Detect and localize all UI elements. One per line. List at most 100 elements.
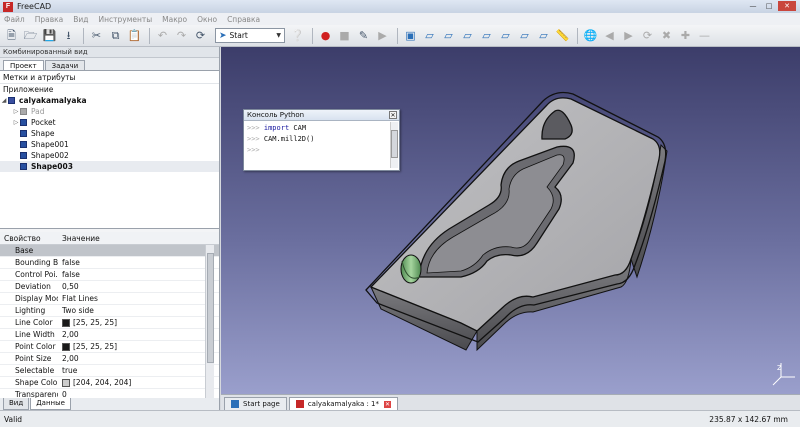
property-value[interactable]: [25, 25, 25] [58, 341, 117, 352]
open-file-icon[interactable]: 🗁 [22, 27, 39, 44]
tab-project[interactable]: Проект [3, 60, 44, 70]
maximize-icon[interactable]: □ [762, 1, 776, 11]
web-icon[interactable]: 🌐 [582, 27, 599, 44]
property-value[interactable]: false [58, 269, 80, 280]
tab-tasks[interactable]: Задачи [44, 60, 86, 70]
property-row[interactable]: Point Size 2,00 [0, 353, 219, 365]
freecad-logo-icon: F [3, 1, 13, 12]
copy-icon[interactable]: ⧉ [107, 27, 124, 44]
expand-icon[interactable]: ▷ [12, 106, 20, 117]
tab-view[interactable]: Вид [3, 398, 30, 410]
property-value[interactable]: [204, 204, 204] [58, 377, 131, 388]
property-row[interactable]: Point Color [25, 25, 25] [0, 341, 219, 353]
property-row[interactable]: Selectable true [0, 365, 219, 377]
tab-document[interactable]: calyakamalyaka : 1* ✕ [288, 397, 399, 410]
menu-window[interactable]: Окно [197, 15, 217, 24]
refresh-icon[interactable]: ⟳ [192, 27, 209, 44]
left-view-icon[interactable]: ▱ [535, 27, 552, 44]
save-icon[interactable]: 💾 [41, 27, 58, 44]
stop-icon[interactable]: ✖ [658, 27, 675, 44]
property-row[interactable]: Deviation 0,50 [0, 281, 219, 293]
console-line[interactable]: >>> [247, 145, 396, 156]
python-console[interactable]: Консоль Python ✕ >>> import CAM >>> CAM.… [243, 109, 400, 171]
reload-icon[interactable]: ⟳ [639, 27, 656, 44]
console-body[interactable]: >>> import CAM >>> CAM.mill2D() >>> [244, 121, 399, 170]
redo-icon[interactable]: ↷ [173, 27, 190, 44]
property-scrollbar[interactable] [205, 245, 214, 398]
rear-view-icon[interactable]: ▱ [497, 27, 514, 44]
menu-file[interactable]: Файл [4, 15, 25, 24]
front-view-icon[interactable]: ▱ [440, 27, 457, 44]
property-value[interactable]: 2,00 [58, 329, 79, 340]
save-as-icon[interactable]: ⭳ [60, 27, 77, 44]
new-file-icon[interactable]: 🗎 [3, 27, 20, 44]
property-value[interactable]: false [58, 257, 80, 268]
property-row[interactable]: Line Color [25, 25, 25] [0, 317, 219, 329]
scrollbar-thumb[interactable] [391, 130, 398, 158]
close-window-icon[interactable]: ✕ [778, 1, 796, 11]
console-title: Консоль Python [247, 111, 305, 119]
menu-tools[interactable]: Инструменты [99, 15, 153, 24]
tree-item-pad[interactable]: ▷ Pad [0, 106, 219, 117]
console-keyword: import [263, 124, 290, 132]
tree-item-shape003[interactable]: Shape003 [0, 161, 219, 172]
tab-data[interactable]: Данные [30, 398, 71, 410]
3d-viewport[interactable] [221, 47, 800, 394]
window-title: FreeCAD [17, 2, 52, 11]
tree-item-shape[interactable]: Shape [0, 128, 219, 139]
menu-help[interactable]: Справка [227, 15, 260, 24]
tree-item-pocket[interactable]: ▷ Pocket [0, 117, 219, 128]
edit-macro-icon[interactable]: ✎ [355, 27, 372, 44]
tree-item-shape001[interactable]: Shape001 [0, 139, 219, 150]
property-value[interactable]: Flat Lines [58, 293, 98, 304]
zoom-in-icon[interactable]: ✚ [677, 27, 694, 44]
undo-icon[interactable]: ↶ [154, 27, 171, 44]
toolbar-separator [312, 27, 313, 44]
property-row[interactable]: Display ModeFlat Lines [0, 293, 219, 305]
property-name: Shape Color [15, 378, 58, 387]
run-macro-icon[interactable]: ▶ [374, 27, 391, 44]
expand-icon[interactable]: ▷ [12, 117, 20, 128]
property-value[interactable]: Two side [58, 305, 94, 316]
stop-macro-icon[interactable]: ■ [336, 27, 353, 44]
bottom-view-icon[interactable]: ▱ [516, 27, 533, 44]
back-icon[interactable]: ◀ [601, 27, 618, 44]
paste-icon[interactable]: 📋 [126, 27, 143, 44]
color-swatch [62, 318, 70, 327]
measure-icon[interactable]: 📏 [554, 27, 571, 44]
property-row[interactable]: Bounding Boxfalse [0, 257, 219, 269]
workbench-selector[interactable]: ➤ Start ▼ [215, 28, 285, 43]
whats-this-icon[interactable]: ❔ [289, 27, 306, 44]
property-value[interactable]: 0,50 [58, 281, 79, 292]
close-icon[interactable]: ✕ [389, 111, 397, 119]
zoom-out-icon[interactable]: — [696, 27, 713, 44]
tree-item-document[interactable]: ◢ calyakamalyaka [0, 95, 219, 106]
tree-item-shape002[interactable]: Shape002 [0, 150, 219, 161]
property-row[interactable]: Lighting Two side [0, 305, 219, 317]
property-row[interactable]: Control Poi... false [0, 269, 219, 281]
fit-all-icon[interactable]: ▣ [402, 27, 419, 44]
top-view-icon[interactable]: ▱ [459, 27, 476, 44]
right-view-icon[interactable]: ▱ [478, 27, 495, 44]
close-icon[interactable]: ✕ [384, 400, 392, 408]
record-macro-icon[interactable]: ● [317, 27, 334, 44]
minimize-icon[interactable]: — [746, 1, 760, 11]
tab-start-page[interactable]: Start page [224, 397, 287, 410]
property-value[interactable]: true [58, 365, 77, 376]
property-row[interactable]: Shape Color [204, 204, 204] [0, 377, 219, 389]
property-group-label: Base [15, 246, 34, 255]
property-group-base[interactable]: Base [0, 245, 219, 257]
forward-icon[interactable]: ▶ [620, 27, 637, 44]
property-row[interactable]: Line Width 2,00 [0, 329, 219, 341]
axonometric-view-icon[interactable]: ▱ [421, 27, 438, 44]
property-value[interactable]: 2,00 [58, 353, 79, 364]
menu-view[interactable]: Вид [73, 15, 88, 24]
cam-part-model[interactable] [221, 47, 800, 394]
property-value[interactable]: [25, 25, 25] [58, 317, 117, 328]
scrollbar-thumb[interactable] [207, 253, 214, 363]
expand-icon[interactable]: ◢ [0, 95, 8, 106]
menu-macro[interactable]: Макро [162, 15, 187, 24]
menu-edit[interactable]: Правка [35, 15, 64, 24]
console-scrollbar[interactable] [390, 122, 398, 168]
cut-icon[interactable]: ✂ [88, 27, 105, 44]
